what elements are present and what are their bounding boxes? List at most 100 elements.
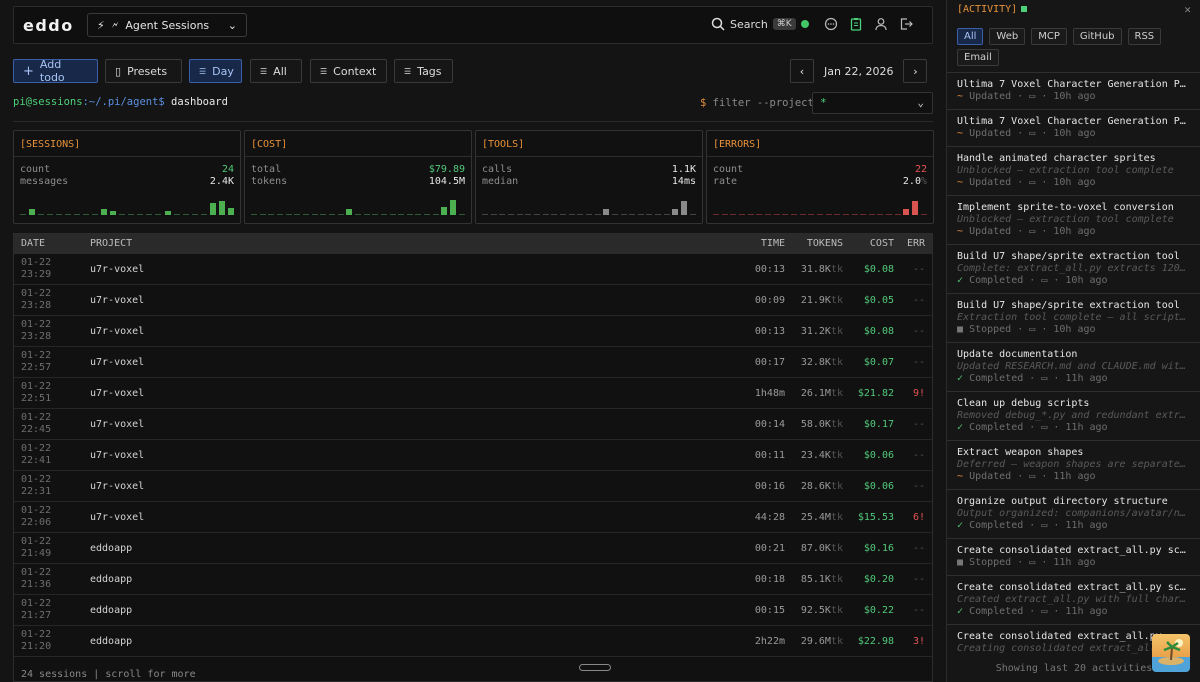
scroll-handle[interactable]	[579, 664, 611, 671]
note-icon: ▭	[1041, 275, 1048, 286]
col-time[interactable]: TIME	[761, 238, 785, 249]
search-shortcut: ⌘K	[772, 18, 796, 30]
activity-header: [ACTIVITY]	[957, 4, 1028, 15]
row-project: eddoapp	[90, 605, 133, 616]
day-button[interactable]: ☰ Day	[189, 59, 242, 83]
table-row[interactable]: 01-22 22:06 u7r-voxel 44:28 25.4Mtk $15.53 6!	[14, 502, 932, 533]
row-tokens: 23.4Ktk	[800, 450, 843, 461]
note-icon: ▭	[1041, 606, 1048, 617]
avatar[interactable]	[1152, 634, 1190, 672]
spark-bar	[894, 214, 901, 215]
table-row[interactable]: 01-22 23:28 u7r-voxel 00:13 31.2Ktk $0.08 --	[14, 316, 932, 347]
spark-bar	[137, 214, 144, 215]
all-button[interactable]: ☰ All	[250, 59, 302, 83]
spark-bar	[146, 214, 153, 215]
table-row[interactable]: 01-22 21:36 eddoapp 00:18 85.1Ktk $0.20 --	[14, 564, 932, 595]
activity-item[interactable]: Create consolidated extract_all.py scr..…	[947, 575, 1200, 624]
activity-item[interactable]: Implement sprite-to-voxel conversion Unbl…	[947, 195, 1200, 244]
row-project: u7r-voxel	[90, 512, 145, 523]
tags-label: Tags	[417, 64, 442, 78]
activity-title: Update documentation	[957, 349, 1078, 360]
filter-email[interactable]: Email	[957, 49, 999, 66]
filter-mcp[interactable]: MCP	[1031, 28, 1067, 45]
context-label: Context	[333, 64, 377, 78]
row-tokens: 31.8Ktk	[800, 264, 843, 275]
filter-icon: ☰	[320, 66, 328, 76]
table-row[interactable]: 01-22 22:45 u7r-voxel 00:14 58.0Ktk $0.17 --	[14, 409, 932, 440]
activity-item[interactable]: Ultima 7 Voxel Character Generation PoC ~…	[947, 72, 1200, 109]
row-project: u7r-voxel	[90, 295, 145, 306]
activity-item[interactable]: Create consolidated extract_all.py scr..…	[947, 538, 1200, 575]
spark-bar	[747, 214, 754, 215]
filter-icon: ☰	[199, 66, 207, 76]
close-icon[interactable]: ✕	[1184, 3, 1191, 16]
activity-meta: ✓ Completed · ▭ · 10h ago	[957, 275, 1108, 286]
spark-bar	[209, 203, 216, 215]
activity-item[interactable]: Handle animated character sprites Unblock…	[947, 146, 1200, 195]
chat-icon[interactable]	[824, 17, 838, 31]
status-icon: ~	[957, 177, 964, 188]
table-row[interactable]: 01-22 22:51 u7r-voxel 1h48m 26.1Mtk $21.82 9!	[14, 378, 932, 409]
col-cost[interactable]: COST	[870, 238, 894, 249]
spark-bar	[354, 214, 361, 215]
activity-item[interactable]: Build U7 shape/sprite extraction tool Ext…	[947, 293, 1200, 342]
logout-icon[interactable]	[899, 17, 913, 31]
row-time: 00:16	[754, 481, 785, 492]
presets-button[interactable]: ▯ Presets	[105, 59, 182, 83]
table-row[interactable]: 01-22 21:27 eddoapp 00:15 92.5Ktk $0.22 --	[14, 595, 932, 626]
activity-item[interactable]: Organize output directory structure Outpu…	[947, 489, 1200, 538]
col-date[interactable]: DATE	[21, 238, 45, 249]
table-row[interactable]: 01-22 22:41 u7r-voxel 00:11 23.4Ktk $0.06 --	[14, 440, 932, 471]
activity-title: Create consolidated extract_all.py scr..…	[957, 582, 1189, 593]
user-icon[interactable]	[874, 17, 888, 31]
col-err[interactable]: ERR	[907, 238, 925, 249]
spark-bar	[663, 214, 670, 215]
add-todo-button[interactable]: + Add todo	[13, 58, 98, 84]
row-tokens: 21.9Ktk	[800, 295, 843, 306]
agent-select[interactable]: ⚡ 🗲 Agent Sessions ⌄	[87, 13, 247, 37]
filter-web[interactable]: Web	[989, 28, 1026, 45]
table-header: DATE PROJECT TIME TOKENS COST ERR	[14, 234, 932, 254]
spark-bar	[441, 207, 448, 215]
activity-item[interactable]: Extract weapon shapes Deferred — weapon s…	[947, 440, 1200, 489]
status-icon: ✓	[957, 606, 964, 617]
filter-github[interactable]: GitHub	[1072, 28, 1122, 45]
table-row[interactable]: 01-22 21:20 eddoapp 2h22m 29.6Mtk $22.98 3!	[14, 626, 932, 657]
note-icon: ▭	[1029, 324, 1036, 335]
col-project[interactable]: PROJECT	[90, 238, 132, 249]
activity-filters: All Web MCP GitHub RSS Email	[957, 28, 1193, 66]
row-errors: --	[912, 326, 925, 337]
note-icon: ▭	[1041, 422, 1048, 433]
stat-value: 2.4K	[209, 176, 234, 187]
search-button[interactable]: Search ⌘K	[711, 17, 796, 31]
table-row[interactable]: 01-22 22:31 u7r-voxel 00:16 28.6Ktk $0.06 --	[14, 471, 932, 502]
clipboard-icon[interactable]	[849, 17, 863, 31]
spark-bar	[320, 214, 327, 215]
spark-bar	[65, 214, 72, 215]
activity-item[interactable]: Build U7 shape/sprite extraction tool Com…	[947, 244, 1200, 293]
spark-bar	[842, 214, 849, 215]
app-logo[interactable]: eddo	[23, 16, 74, 35]
status-icon: ✓	[957, 275, 964, 286]
spark-bar	[110, 211, 117, 215]
table-row[interactable]: 01-22 23:29 u7r-voxel 00:13 31.8Ktk $0.08 --	[14, 254, 932, 285]
next-day-button[interactable]: ›	[903, 59, 928, 83]
table-row[interactable]: 01-22 21:49 eddoapp 00:21 87.0Ktk $0.16 --	[14, 533, 932, 564]
activity-meta: ■ Stopped · ▭ · 11h ago	[957, 557, 1096, 568]
table-row[interactable]: 01-22 23:28 u7r-voxel 00:09 21.9Ktk $0.05 --	[14, 285, 932, 316]
context-button[interactable]: ☰ Context	[310, 59, 387, 83]
activity-item[interactable]: Update documentation Updated RESEARCH.md …	[947, 342, 1200, 391]
table-row[interactable]: 01-22 22:57 u7r-voxel 00:17 32.8Ktk $0.07 --	[14, 347, 932, 378]
activity-item[interactable]: Clean up debug scripts Removed debug_*.py…	[947, 391, 1200, 440]
filter-all[interactable]: All	[957, 28, 984, 45]
island-image	[1158, 639, 1184, 665]
activity-item[interactable]: Ultima 7 Voxel Character Generation PoC ~…	[947, 109, 1200, 146]
filter-rss[interactable]: RSS	[1127, 28, 1162, 45]
spark-bar	[533, 214, 540, 215]
prev-day-button[interactable]: ‹	[790, 59, 814, 83]
error-rate-unit: %	[920, 176, 927, 187]
card-title: [ERRORS]	[707, 131, 933, 157]
tags-button[interactable]: ☰ Tags	[394, 59, 453, 83]
project-select[interactable]: * ⌄	[812, 92, 933, 114]
col-tokens[interactable]: TOKENS	[807, 238, 843, 249]
